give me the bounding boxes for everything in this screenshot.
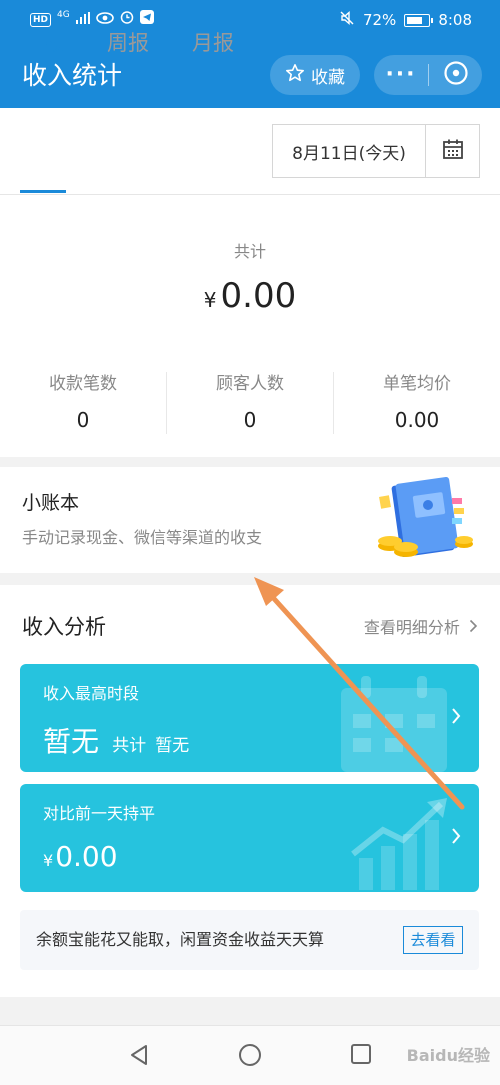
tab-monthly[interactable]: 月报 bbox=[192, 28, 234, 58]
stat-value: 0.00 bbox=[394, 408, 440, 432]
recents-nav-icon[interactable] bbox=[350, 1043, 372, 1069]
calendar-watermark-icon bbox=[341, 676, 447, 772]
chevron-right-icon bbox=[469, 618, 478, 637]
mute-icon bbox=[339, 10, 355, 30]
compare-label: 对比前一天持平 bbox=[43, 804, 156, 823]
compare-currency: ¥ bbox=[43, 851, 54, 870]
network-type-label: 4G bbox=[57, 10, 70, 20]
favorite-button[interactable]: 收藏 bbox=[270, 55, 360, 95]
trend-watermark-icon bbox=[351, 798, 447, 890]
date-value[interactable]: 8月11日(今天) bbox=[273, 139, 425, 164]
go-see-button[interactable]: 去看看 bbox=[403, 926, 463, 954]
close-button[interactable] bbox=[429, 60, 482, 90]
compare-value: 0.00 bbox=[55, 840, 118, 873]
compare-value-row: ¥0.00 bbox=[43, 840, 118, 873]
status-left-icons: HD 4G bbox=[30, 10, 154, 30]
page-title: 收入统计 bbox=[22, 61, 123, 90]
promo-text: 余额宝能花又能取，闲置资金收益天天算 bbox=[36, 930, 325, 949]
home-nav-icon[interactable] bbox=[238, 1043, 262, 1071]
stat-value: 0 bbox=[76, 408, 90, 432]
tab-daily[interactable]: 日报 bbox=[22, 28, 64, 58]
status-bar: HD 4G 72% 8:08 bbox=[0, 0, 500, 40]
peak-time-card[interactable]: 收入最高时段 暂无 共计 暂无 bbox=[20, 664, 479, 772]
stat-average-price: 单笔均价 0.00 bbox=[334, 372, 500, 432]
yuebao-promo-banner[interactable]: 余额宝能花又能取，闲置资金收益天天算 去看看 bbox=[20, 910, 479, 970]
active-tab-indicator bbox=[20, 190, 66, 193]
eye-icon bbox=[95, 10, 114, 30]
close-target-icon bbox=[443, 60, 469, 90]
peak-total-value: 暂无 bbox=[155, 736, 190, 756]
ledger-subtitle[interactable]: 手动记录现金、微信等渠道的收支 bbox=[22, 526, 262, 550]
chevron-right-icon bbox=[451, 706, 461, 730]
alarm-icon bbox=[120, 10, 134, 30]
tab-weekly[interactable]: 周报 bbox=[107, 28, 149, 58]
calendar-button[interactable] bbox=[426, 138, 479, 164]
stat-label: 单笔均价 bbox=[383, 374, 451, 394]
total-label: 共计 bbox=[233, 242, 266, 261]
stat-customer-count: 顾客人数 0 bbox=[167, 372, 333, 432]
detail-analysis-label[interactable]: 查看明细分析 bbox=[364, 618, 460, 637]
peak-total-label: 共计 bbox=[112, 736, 147, 756]
total-amount: ¥0.00 bbox=[0, 276, 500, 316]
ledger-title[interactable]: 小账本 bbox=[22, 489, 79, 517]
total-currency: ¥ bbox=[203, 288, 217, 312]
stat-payment-count: 收款笔数 0 bbox=[0, 372, 166, 432]
calendar-icon bbox=[442, 138, 464, 164]
more-button[interactable]: ··· bbox=[374, 55, 428, 95]
detail-analysis-link[interactable]: 查看明细分析 bbox=[364, 616, 478, 640]
chevron-right-icon bbox=[451, 826, 461, 850]
star-icon bbox=[285, 63, 305, 88]
favorite-label: 收藏 bbox=[311, 67, 345, 88]
peak-time-value-row: 暂无 共计 暂无 bbox=[43, 720, 189, 760]
stat-label: 顾客人数 bbox=[216, 374, 284, 394]
signal-icon bbox=[75, 10, 90, 30]
compare-yesterday-card[interactable]: 对比前一天持平 ¥0.00 bbox=[20, 784, 479, 892]
back-nav-icon[interactable] bbox=[128, 1043, 150, 1071]
battery-icon bbox=[404, 13, 434, 27]
status-right-icons: 72% 8:08 bbox=[339, 10, 472, 30]
hd-badge: HD bbox=[30, 13, 52, 27]
baidu-watermark: Baidu经验 bbox=[406, 1046, 490, 1065]
analysis-title: 收入分析 bbox=[22, 615, 106, 639]
peak-time-value: 暂无 bbox=[43, 725, 100, 758]
peak-time-label: 收入最高时段 bbox=[43, 684, 140, 703]
stat-value: 0 bbox=[243, 408, 257, 432]
date-picker[interactable]: 8月11日(今天) bbox=[272, 124, 480, 178]
miniapp-capsule: ··· bbox=[374, 55, 482, 95]
total-value: 0.00 bbox=[220, 276, 297, 316]
battery-percent: 72% bbox=[362, 11, 397, 29]
stat-label: 收款笔数 bbox=[49, 374, 117, 394]
ledger-book-coins-icon bbox=[372, 476, 476, 572]
clock: 8:08 bbox=[438, 11, 472, 29]
telegram-icon bbox=[139, 10, 154, 30]
